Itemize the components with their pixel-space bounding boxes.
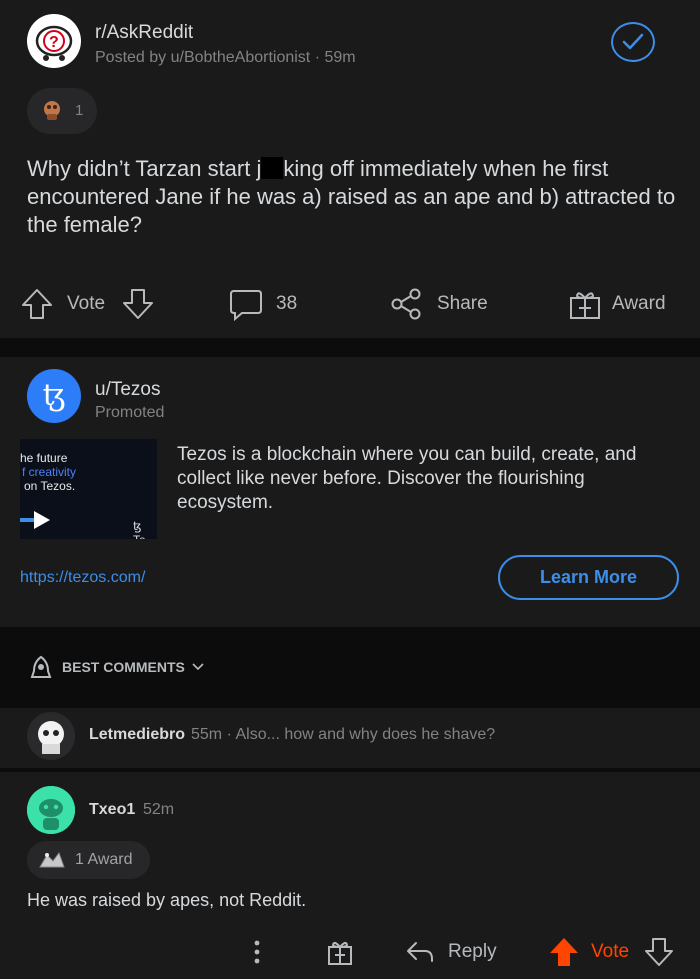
comment-username[interactable]: Txeo1 [89,801,135,819]
award-count: 1 [75,102,84,119]
downvote-icon [645,938,673,966]
reply-icon [407,942,433,962]
comment-action-bar: Reply Vote [0,930,700,974]
comments-count: 38 [276,293,298,314]
sort-label: BEST COMMENTS [62,659,185,675]
post-meta[interactable]: Posted by u/BobtheAbortionist · 59m [95,49,356,67]
ad-body[interactable]: Tezos is a blockchain where you can buil… [177,443,657,515]
ad-video-thumbnail[interactable]: he future f creativity on Tezos. ꜩ Te [20,439,157,539]
redaction-mark [261,157,284,179]
comment-award-button[interactable] [326,930,354,974]
comment-preview: 55m · Also... how and why does he shave? [191,726,496,743]
play-icon [34,511,50,529]
comment-upvote-button[interactable]: Vote [548,930,629,974]
comment-downvote-button[interactable] [644,930,674,974]
comment-vote-label: Vote [591,941,630,962]
upvote-icon [550,938,578,966]
award-icon [41,99,63,121]
post-title-part1: Why didn’t Tarzan start j [27,156,262,181]
check-circle-icon[interactable] [611,22,655,62]
subreddit-name[interactable]: r/AskReddit [95,22,193,44]
award-label: Award [612,293,666,314]
avatar[interactable] [27,712,75,760]
award-button[interactable]: Award [568,280,666,328]
share-icon [391,288,421,320]
gift-icon [328,941,352,965]
thumb-text-2: f creativity [22,465,77,479]
comments-button[interactable]: 38 [228,280,297,328]
reply-button[interactable]: Reply [405,930,497,974]
comment-time: 52m [143,801,175,818]
rocket-icon [30,655,52,678]
vote-label: Vote [67,293,106,314]
gift-icon [570,292,600,319]
post-title[interactable]: Why didn’t Tarzan start j king off immedi… [27,155,677,239]
svg-text:?: ? [49,34,59,51]
thumb-brand: ꜩ Te [133,519,146,539]
comment-username[interactable]: Letmediebro [89,726,185,744]
comment-body[interactable]: He was raised by apes, not Reddit. [27,890,306,911]
comment-award-badge[interactable]: 1 Award [27,841,150,879]
ad-username[interactable]: u/Tezos [95,379,160,401]
learn-more-button[interactable]: Learn More [498,555,679,600]
downvote-icon [123,289,153,319]
promoted-label: Promoted [95,404,165,421]
askreddit-logo[interactable]: ? [27,14,81,68]
more-icon [254,940,260,964]
comment-sort-bar[interactable]: BEST COMMENTS [0,645,700,691]
post-action-bar: Vote 38 Share Award [0,280,700,328]
upvote-icon [22,289,52,319]
more-button[interactable] [250,930,264,974]
avatar[interactable] [27,786,75,834]
progress-bar [20,518,34,522]
post-award-badge[interactable]: 1 [27,88,97,134]
share-button[interactable]: Share [389,280,488,328]
thumb-text-1: he future [20,451,68,465]
ad-link[interactable]: https://tezos.com/ [20,569,145,587]
chevron-down-icon [192,663,204,671]
award-text: 1 Award [75,851,133,868]
upvote-button[interactable] [20,280,54,328]
award-icon [39,851,65,868]
comment-icon [230,290,262,322]
thumb-text-3: on Tezos. [24,479,76,493]
reply-label: Reply [448,941,497,962]
tezos-logo[interactable]: ꜩ [27,369,81,423]
share-label: Share [437,293,488,314]
downvote-button[interactable] [121,280,155,328]
